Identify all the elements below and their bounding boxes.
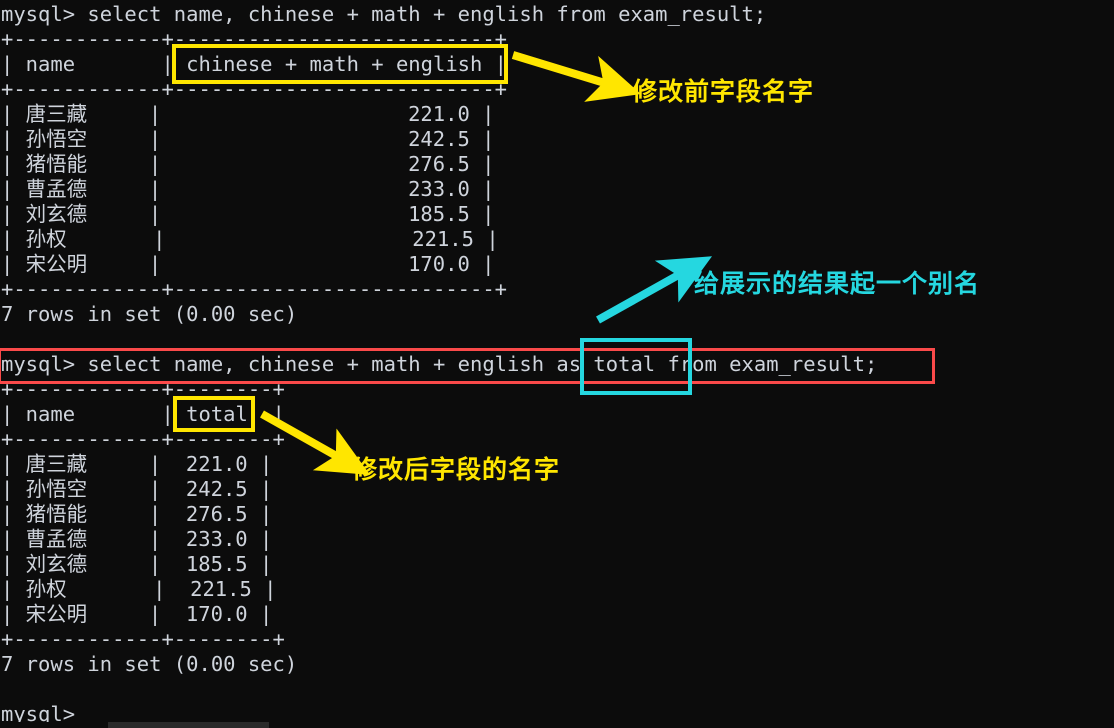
table-row: | 刘玄德 | 185.5 | [1, 202, 495, 226]
table-row: | 宋公明 | 170.0 | [1, 252, 495, 276]
terminal-line-command-1: mysql> select name, chinese + math + eng… [1, 2, 767, 26]
table-row: | 唐三藏 | 221.0 | [1, 102, 495, 126]
terminal-line-rule: +------------+--------------------------… [1, 77, 508, 101]
bottom-edge-strip [0, 722, 1114, 728]
table-row: | 孙悟空 | 242.5 | [1, 477, 273, 501]
table-row: | 猪悟能 | 276.5 | [1, 502, 273, 526]
table-row: | 宋公明 | 170.0 | [1, 602, 273, 626]
terminal-line-rule: +------------+--------+ [1, 377, 285, 401]
terminal-line-rule: +------------+--------------------------… [1, 27, 508, 51]
table-row: | 刘玄德 | 185.5 | [1, 552, 273, 576]
terminal-line-rule: +------------+--------------------------… [1, 277, 508, 301]
terminal-line-rule: +------------+--------+ [1, 427, 285, 451]
terminal-line-header-1: | name | chinese + math + english | [1, 52, 508, 76]
table-row: | 曹孟德 | 233.0 | [1, 177, 495, 201]
status-line-2: 7 rows in set (0.00 sec) [1, 652, 298, 676]
table-row: | 曹孟德 | 233.0 | [1, 527, 273, 551]
table-row: | 孙权 | 221.5 | [1, 227, 499, 251]
terminal-window[interactable]: mysql> select name, chinese + math + eng… [0, 0, 1114, 728]
terminal-line-header-2: | name | total | [1, 402, 285, 426]
terminal-line-rule: +------------+--------+ [1, 627, 285, 651]
status-line-1: 7 rows in set (0.00 sec) [1, 302, 298, 326]
terminal-line-command-2: mysql> select name, chinese + math + eng… [1, 352, 878, 376]
table-row: | 孙权 | 221.5 | [1, 577, 277, 601]
table-row: | 猪悟能 | 276.5 | [1, 152, 495, 176]
table-row: | 唐三藏 | 221.0 | [1, 452, 273, 476]
table-row: | 孙悟空 | 242.5 | [1, 127, 495, 151]
